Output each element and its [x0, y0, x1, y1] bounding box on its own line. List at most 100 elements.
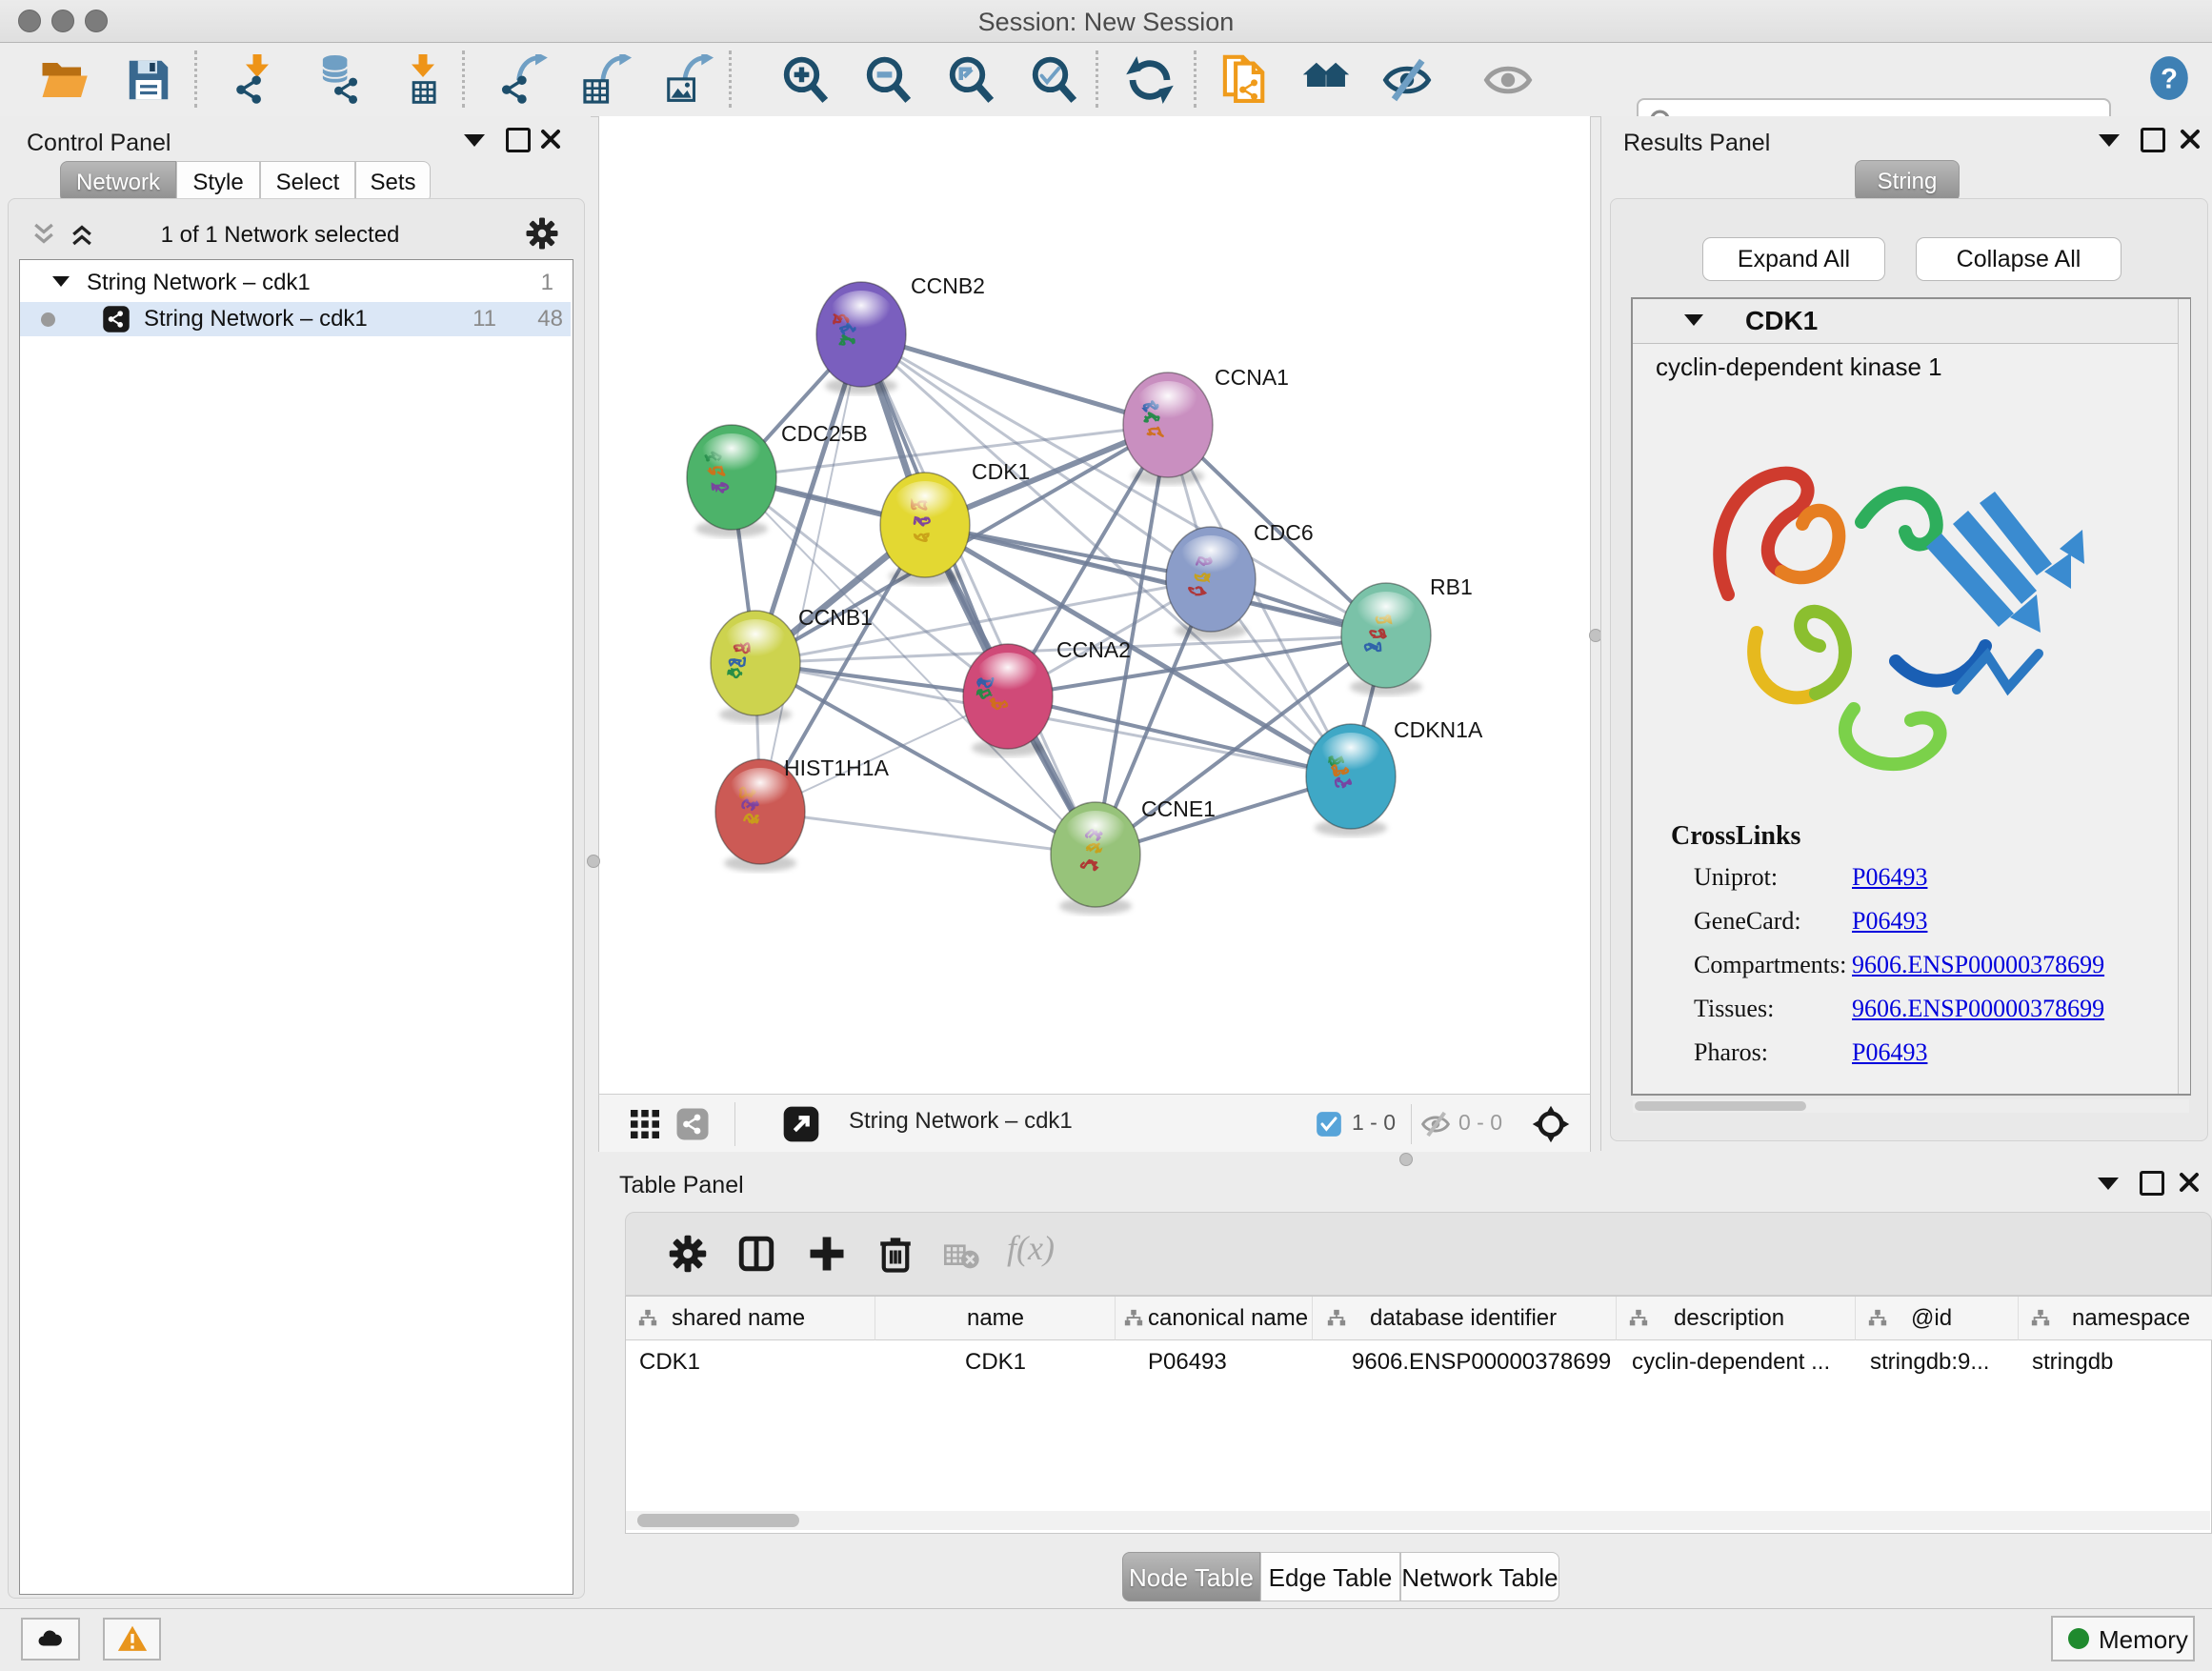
- network-collection-row[interactable]: String Network – cdk1 1: [20, 266, 571, 300]
- tab-edge-table[interactable]: Edge Table: [1260, 1552, 1400, 1601]
- clone-network-icon[interactable]: [1220, 54, 1272, 106]
- results-hscroll-thumb[interactable]: [1635, 1101, 1806, 1111]
- tab-select[interactable]: Select: [260, 161, 355, 203]
- open-in-new-window-icon[interactable]: [782, 1105, 820, 1143]
- results-horizontal-scrollbar[interactable]: [1633, 1099, 2189, 1113]
- network-edge[interactable]: [1008, 696, 1351, 776]
- show-eye-icon[interactable]: [1482, 54, 1534, 106]
- maximize-panel-icon[interactable]: [2140, 1171, 2164, 1196]
- collapse-gene-icon[interactable]: [1684, 314, 1703, 326]
- hidden-eye-icon[interactable]: [1420, 1109, 1451, 1139]
- network-node-CCNA1[interactable]: CCNA1: [1123, 365, 1289, 485]
- network-edge[interactable]: [861, 334, 1168, 425]
- network-node-CCNB1[interactable]: CCNB1: [711, 605, 873, 723]
- crosslink-tissues-link[interactable]: 9606.ENSP00000378699: [1852, 995, 2104, 1023]
- cell-name[interactable]: CDK1: [875, 1341, 1116, 1383]
- maximize-panel-icon[interactable]: [2141, 128, 2165, 152]
- hide-selected-eye-icon[interactable]: [1381, 54, 1433, 106]
- column-header-database-identifier[interactable]: database identifier: [1313, 1297, 1617, 1340]
- network-node-CCNE1[interactable]: CCNE1: [1051, 796, 1216, 915]
- cell-database-identifier[interactable]: 9606.ENSP00000378699: [1352, 1341, 1638, 1383]
- horizontal-splitter-handle[interactable]: [1399, 1153, 1413, 1166]
- help-icon[interactable]: ?: [2145, 54, 2193, 102]
- close-panel-icon[interactable]: [2178, 1171, 2201, 1194]
- cloud-button[interactable]: [21, 1618, 80, 1661]
- tab-network[interactable]: Network: [60, 161, 176, 203]
- network-edge[interactable]: [760, 812, 1096, 855]
- export-image-icon[interactable]: [663, 54, 714, 106]
- expand-all-networks-icon[interactable]: [30, 220, 58, 249]
- results-vertical-scrollbar[interactable]: [2178, 299, 2190, 1094]
- collection-expander-icon[interactable]: [52, 276, 70, 287]
- cell-canonical-name[interactable]: P06493: [1148, 1341, 1310, 1383]
- birdseye-crosshair-icon[interactable]: [1531, 1104, 1571, 1144]
- column-header-canonical-name[interactable]: canonical name: [1116, 1297, 1313, 1340]
- column-header-description[interactable]: description: [1617, 1297, 1856, 1340]
- import-database-icon[interactable]: [312, 54, 364, 106]
- network-node-HIST1H1A[interactable]: HIST1H1A: [715, 755, 890, 872]
- open-folder-icon[interactable]: [38, 54, 90, 106]
- float-panel-icon[interactable]: [2099, 134, 2120, 147]
- collapse-all-button[interactable]: Collapse All: [1916, 237, 2122, 281]
- network-node-CCNA2[interactable]: CCNA2: [963, 637, 1131, 756]
- network-edge[interactable]: [760, 334, 861, 812]
- cell-description[interactable]: cyclin-dependent ...: [1632, 1341, 1851, 1383]
- cell-id[interactable]: stringdb:9...: [1870, 1341, 2013, 1383]
- maximize-panel-icon[interactable]: [506, 128, 531, 152]
- crosslink-pharos-link[interactable]: P06493: [1852, 1038, 1927, 1067]
- table-hscroll-thumb[interactable]: [637, 1514, 799, 1527]
- left-splitter-handle[interactable]: [587, 855, 600, 868]
- delete-column-trash-icon[interactable]: [875, 1234, 915, 1274]
- crosslink-compartments-link[interactable]: 9606.ENSP00000378699: [1852, 951, 2104, 979]
- network-node-CDKN1A[interactable]: CDKN1A: [1306, 717, 1483, 836]
- import-network-icon[interactable]: [231, 54, 283, 106]
- expand-all-button[interactable]: Expand All: [1702, 237, 1885, 281]
- export-network-icon[interactable]: [499, 54, 551, 106]
- tab-network-table[interactable]: Network Table: [1400, 1552, 1559, 1601]
- network-node-RB1[interactable]: RB1: [1341, 574, 1473, 695]
- houses-icon[interactable]: [1300, 54, 1352, 106]
- zoom-fit-icon[interactable]: [946, 54, 997, 106]
- import-table-icon[interactable]: [397, 54, 449, 106]
- save-icon[interactable]: [123, 54, 174, 106]
- tab-style[interactable]: Style: [176, 161, 260, 203]
- network-view-icon[interactable]: [675, 1107, 710, 1141]
- cell-namespace[interactable]: stringdb: [2032, 1341, 2203, 1383]
- zoom-in-icon[interactable]: [780, 54, 832, 106]
- network-edge[interactable]: [861, 334, 1096, 855]
- float-panel-icon[interactable]: [2098, 1178, 2119, 1190]
- column-header-name[interactable]: name: [875, 1297, 1116, 1340]
- memory-button[interactable]: Memory: [2051, 1616, 2195, 1661]
- table-horizontal-scrollbar[interactable]: [626, 1511, 2210, 1530]
- show-columns-icon[interactable]: [736, 1234, 776, 1274]
- refresh-layout-icon[interactable]: [1124, 54, 1176, 106]
- crosslink-genecard-link[interactable]: P06493: [1852, 907, 1927, 936]
- crosslink-uniprot-link[interactable]: P06493: [1852, 863, 1927, 892]
- table-options-gear-icon[interactable]: [668, 1234, 708, 1274]
- network-canvas[interactable]: CCNB2CCNA1CDC25BCDK1CDC6RB1CCNB1CCNA2CDK…: [598, 116, 1591, 1094]
- network-node-CDC25B[interactable]: CDC25B: [687, 421, 868, 537]
- tab-node-table[interactable]: Node Table: [1122, 1552, 1260, 1601]
- add-column-icon[interactable]: [807, 1234, 847, 1274]
- network-node-CCNB2[interactable]: CCNB2: [816, 273, 985, 394]
- close-panel-icon[interactable]: [539, 128, 562, 151]
- collapse-all-networks-icon[interactable]: [68, 220, 96, 249]
- gene-header[interactable]: CDK1: [1633, 299, 2189, 344]
- column-header-shared-name[interactable]: shared name: [626, 1297, 875, 1340]
- tab-sets[interactable]: Sets: [355, 161, 431, 203]
- zoom-out-icon[interactable]: [863, 54, 915, 106]
- show-grid-icon[interactable]: [628, 1107, 662, 1141]
- column-header-namespace[interactable]: namespace: [2019, 1297, 2212, 1340]
- column-header-id[interactable]: @id: [1856, 1297, 2019, 1340]
- network-options-gear-icon[interactable]: [525, 216, 559, 251]
- float-panel-icon[interactable]: [464, 134, 485, 147]
- export-table-icon[interactable]: [581, 54, 633, 106]
- zoom-selected-icon[interactable]: [1029, 54, 1080, 106]
- network-graph[interactable]: CCNB2CCNA1CDC25BCDK1CDC6RB1CCNB1CCNA2CDK…: [599, 116, 1590, 1094]
- cell-shared-name[interactable]: CDK1: [639, 1341, 868, 1383]
- warnings-button[interactable]: [103, 1618, 161, 1661]
- selected-checkbox-icon[interactable]: [1316, 1111, 1342, 1137]
- close-panel-icon[interactable]: [2179, 128, 2202, 151]
- tab-string[interactable]: String: [1855, 160, 1960, 202]
- network-row[interactable]: String Network – cdk1 11 48: [20, 302, 571, 336]
